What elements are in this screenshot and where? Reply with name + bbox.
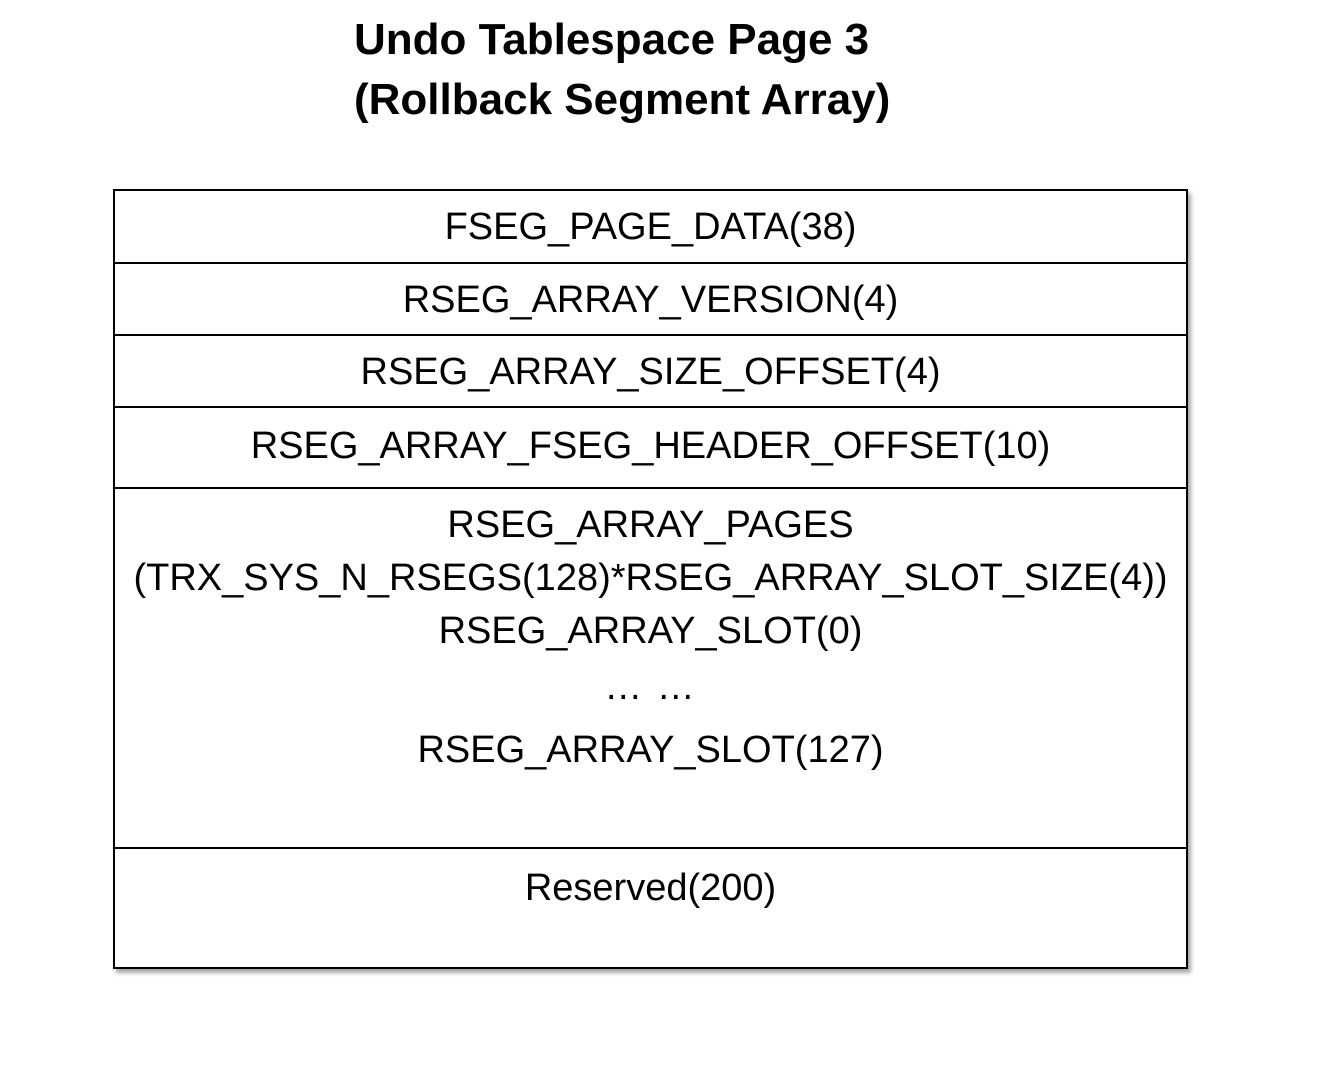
rseg-array-slot-first: RSEG_ARRAY_SLOT(0) — [438, 610, 863, 652]
rseg-array-slot-last: RSEG_ARRAY_SLOT(127) — [417, 729, 884, 771]
field-rseg-array-fseg-header-offset: RSEG_ARRAY_FSEG_HEADER_OFFSET(10) — [115, 408, 1186, 489]
field-rseg-array-size-offset: RSEG_ARRAY_SIZE_OFFSET(4) — [115, 336, 1186, 408]
field-fseg-page-data: FSEG_PAGE_DATA(38) — [115, 191, 1186, 264]
diagram-title: Undo Tablespace Page 3 (Rollback Segment… — [354, 10, 974, 130]
page-layout-table: FSEG_PAGE_DATA(38) RSEG_ARRAY_VERSION(4)… — [113, 189, 1188, 969]
field-reserved: Reserved(200) — [524, 867, 777, 909]
ellipsis: … … — [604, 666, 697, 708]
diagram-title-line2: (Rollback Segment Array) — [354, 75, 891, 124]
diagram-title-line1: Undo Tablespace Page 3 — [354, 15, 870, 64]
field-rseg-array-version: RSEG_ARRAY_VERSION(4) — [115, 264, 1186, 336]
field-rseg-array-pages: RSEG_ARRAY_PAGES (TRX_SYS_N_RSEGS(128)*R… — [115, 489, 1186, 849]
rseg-array-pages-size-formula: (TRX_SYS_N_RSEGS(128)*RSEG_ARRAY_SLOT_SI… — [133, 557, 1168, 599]
rseg-array-pages-label: RSEG_ARRAY_PAGES — [447, 504, 854, 546]
